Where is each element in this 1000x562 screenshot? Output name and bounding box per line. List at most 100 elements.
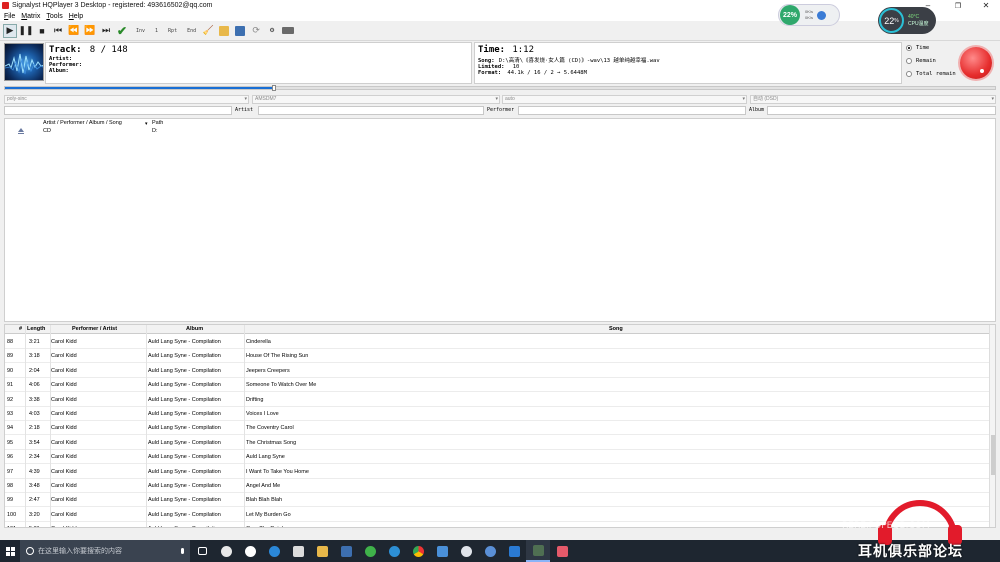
play-button[interactable]: ▶ bbox=[3, 23, 17, 38]
taskbar-app[interactable] bbox=[238, 540, 262, 562]
invert-toggle[interactable]: Inv bbox=[136, 28, 145, 34]
taskbar-app[interactable] bbox=[310, 540, 334, 562]
mode-select[interactable]: auto ▾ bbox=[502, 95, 747, 104]
taskbar-app[interactable] bbox=[382, 540, 406, 562]
format-line: Format: 44.1k / 16 / 2 → 5.6448M bbox=[478, 68, 587, 76]
save-button[interactable] bbox=[233, 24, 247, 38]
radio-total-remain[interactable]: Total remain bbox=[906, 71, 956, 77]
disc-button[interactable] bbox=[281, 24, 295, 38]
volume-knob[interactable] bbox=[960, 47, 992, 79]
search-filter-input[interactable] bbox=[4, 106, 232, 115]
album-filter-input[interactable] bbox=[767, 106, 996, 115]
single-toggle[interactable]: 1 bbox=[155, 28, 158, 34]
progress-handle[interactable] bbox=[272, 85, 277, 91]
stop-button[interactable]: ■ bbox=[35, 24, 49, 38]
maximize-button[interactable]: ❐ bbox=[944, 0, 972, 11]
taskbar-search[interactable]: 在这里输入你要搜索的内容 bbox=[20, 540, 190, 562]
row-number: 92 bbox=[7, 396, 14, 403]
library-col-name[interactable]: Artist / Performer / Album / Song bbox=[43, 120, 122, 126]
pause-button[interactable]: ❚❚ bbox=[18, 24, 33, 38]
network-monitor-widget[interactable]: 22% 0K/s 0K/s bbox=[778, 4, 840, 26]
taskbar-app[interactable] bbox=[406, 540, 430, 562]
row-album: Auld Lang Syne - Compilation bbox=[148, 425, 221, 432]
cpu-percent-unit: % bbox=[894, 17, 899, 24]
radio-time-indicator bbox=[906, 45, 912, 51]
taskbar-app[interactable] bbox=[358, 540, 382, 562]
taskbar-app[interactable] bbox=[550, 540, 574, 562]
table-row[interactable]: 94 2:18 Carol Kidd Auld Lang Syne - Compila… bbox=[5, 421, 989, 436]
library-tree[interactable]: Artist / Performer / Album / Song ▾ Path… bbox=[4, 118, 996, 322]
eject-icon bbox=[17, 128, 24, 135]
taskbar-app[interactable] bbox=[454, 540, 478, 562]
library-col-path[interactable]: Path bbox=[152, 120, 163, 126]
performer-filter-input[interactable] bbox=[518, 106, 746, 115]
start-button[interactable] bbox=[0, 540, 20, 562]
settings-button[interactable]: ⚙ bbox=[265, 24, 279, 38]
col-album[interactable]: Album bbox=[186, 326, 203, 332]
taskbar-search-placeholder: 在这里输入你要搜索的内容 bbox=[38, 548, 122, 555]
col-number[interactable]: # bbox=[19, 326, 22, 332]
row-number: 100 bbox=[7, 511, 17, 518]
calculator-icon bbox=[340, 545, 352, 557]
refresh-button[interactable]: ⟳ bbox=[249, 24, 263, 38]
rewind-button[interactable]: ⏪ bbox=[67, 24, 81, 38]
table-row[interactable]: 88 3:21 Carol Kidd Auld Lang Syne - Compila… bbox=[5, 335, 989, 349]
apply-button[interactable]: ✔ bbox=[115, 24, 129, 38]
output-select[interactable]: 自动 (DSD) ▾ bbox=[750, 95, 996, 104]
track-info-panel: Track: 8 / 148 Artist: Performer: Album: bbox=[45, 42, 472, 84]
windows-logo-icon bbox=[5, 546, 15, 556]
taskbar-app[interactable] bbox=[502, 540, 526, 562]
menu-file[interactable]: File bbox=[4, 13, 15, 20]
previous-track-button[interactable]: ⏮ bbox=[51, 24, 65, 38]
radio-remain[interactable]: Remain bbox=[906, 58, 956, 64]
next-track-button[interactable]: ⏭ bbox=[99, 24, 113, 38]
table-row[interactable]: 91 4:06 Carol Kidd Auld Lang Syne - Compila… bbox=[5, 378, 989, 393]
table-row[interactable]: 93 4:03 Carol Kidd Auld Lang Syne - Compila… bbox=[5, 407, 989, 421]
taskbar-app-hqplayer[interactable] bbox=[526, 540, 550, 562]
table-row[interactable]: 96 2:34 Carol Kidd Auld Lang Syne - Compila… bbox=[5, 450, 989, 465]
shaper-select[interactable]: AMSDM7 ▾ bbox=[252, 95, 500, 104]
col-length[interactable]: Length bbox=[27, 326, 45, 332]
artist-filter-input[interactable] bbox=[258, 106, 484, 115]
scrollbar-thumb[interactable] bbox=[991, 435, 995, 475]
library-row[interactable]: CD D: bbox=[5, 128, 995, 136]
radio-time[interactable]: Time bbox=[906, 45, 956, 51]
sort-icon: ▾ bbox=[145, 121, 148, 127]
menu-help[interactable]: Help bbox=[69, 13, 83, 20]
stop-icon: ■ bbox=[39, 25, 45, 36]
row-artist: Carol Kidd bbox=[51, 439, 77, 446]
fast-forward-button[interactable]: ⏩ bbox=[83, 24, 97, 38]
performer-filter-label: Performer bbox=[487, 107, 515, 113]
taskbar-app[interactable] bbox=[334, 540, 358, 562]
col-artist[interactable]: Performer / Artist bbox=[72, 326, 117, 332]
menu-matrix[interactable]: Matrix bbox=[21, 13, 40, 20]
row-album: Auld Lang Syne - Compilation bbox=[148, 367, 221, 374]
task-view-button[interactable] bbox=[190, 540, 214, 562]
table-row[interactable]: 95 3:54 Carol Kidd Auld Lang Syne - Compila… bbox=[5, 436, 989, 450]
accelerate-icon bbox=[817, 10, 827, 20]
playback-progress-bar[interactable] bbox=[4, 85, 996, 91]
menu-tools[interactable]: Tools bbox=[46, 13, 62, 20]
open-folder-button[interactable] bbox=[217, 24, 231, 38]
taskbar-app[interactable] bbox=[478, 540, 502, 562]
taskbar-app[interactable] bbox=[262, 540, 286, 562]
repeat-toggle[interactable]: Rpt bbox=[168, 28, 177, 34]
kugou-icon bbox=[388, 545, 400, 557]
table-row[interactable]: 97 4:39 Carol Kidd Auld Lang Syne - Compila… bbox=[5, 465, 989, 479]
table-row[interactable]: 98 3:48 Carol Kidd Auld Lang Syne - Compila… bbox=[5, 479, 989, 493]
cpu-monitor-widget[interactable]: 22% 40°C CPU温度 bbox=[878, 7, 936, 34]
cpu-usage-gauge: 22% bbox=[879, 8, 904, 33]
end-toggle[interactable]: End bbox=[187, 28, 196, 34]
col-song[interactable]: Song bbox=[609, 326, 623, 332]
close-button[interactable]: ✕ bbox=[972, 0, 1000, 11]
table-row[interactable]: 89 3:18 Carol Kidd Auld Lang Syne - Compila… bbox=[5, 349, 989, 364]
filter-select[interactable]: poly-sinc ▾ bbox=[4, 95, 249, 104]
taskbar-app[interactable] bbox=[214, 540, 238, 562]
table-row[interactable]: 90 2:04 Carol Kidd Auld Lang Syne - Compila… bbox=[5, 364, 989, 378]
clear-playlist-button[interactable]: 🧹 bbox=[201, 24, 215, 38]
table-row[interactable]: 92 3:38 Carol Kidd Auld Lang Syne - Compila… bbox=[5, 393, 989, 407]
taskbar-app[interactable] bbox=[430, 540, 454, 562]
taskbar-app[interactable] bbox=[286, 540, 310, 562]
mail-icon bbox=[508, 545, 520, 557]
row-length: 2:04 bbox=[29, 367, 40, 374]
